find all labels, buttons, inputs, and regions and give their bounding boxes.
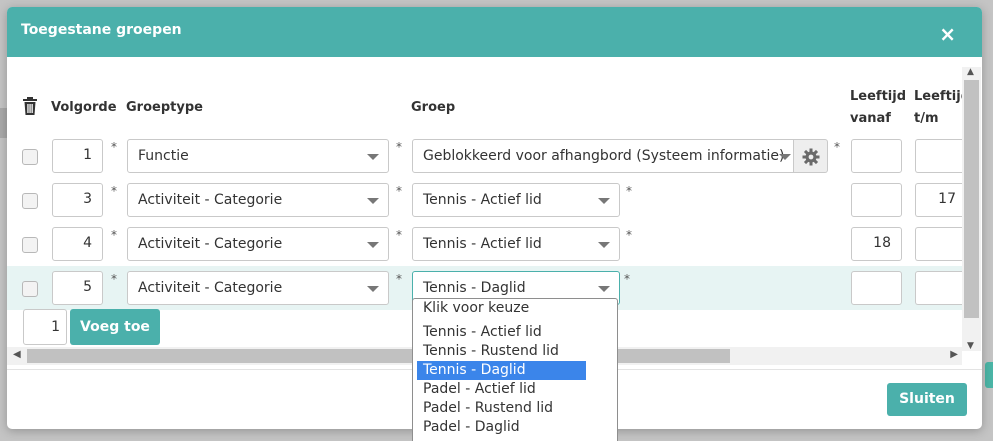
close-button[interactable]: Sluiten — [887, 383, 967, 416]
row-checkbox[interactable] — [22, 149, 38, 165]
groeptype-select[interactable]: Activiteit - Categorie — [127, 271, 389, 305]
trash-icon[interactable] — [22, 97, 38, 115]
row-checkbox[interactable] — [22, 281, 38, 297]
groep-value: Tennis - Actief lid — [423, 192, 542, 208]
groep-value: Tennis - Actief lid — [423, 236, 542, 252]
modal-header: Toegestane groepen × — [7, 7, 982, 57]
required-mark: * — [396, 228, 402, 242]
column-header-leeftijd-vanaf: Leeftijd vanaf — [850, 86, 906, 130]
dropdown-option[interactable]: Tennis - Rustend lid — [417, 342, 586, 361]
chevron-down-icon — [367, 154, 379, 160]
required-mark: * — [626, 184, 632, 198]
column-header-groep: Groep — [411, 100, 456, 115]
required-mark: * — [396, 272, 402, 286]
required-mark: * — [396, 140, 402, 154]
groep-select[interactable]: Geblokkeerd voor afhangbord (Systeem inf… — [412, 139, 794, 173]
leeftijd-tm-input[interactable] — [915, 271, 962, 305]
dropdown-option-selected[interactable]: Tennis - Daglid — [417, 361, 586, 380]
groep-dropdown-list: Klik voor keuze Tennis - Actief lid Tenn… — [412, 298, 618, 441]
add-quantity-input[interactable]: 1 — [23, 309, 67, 345]
required-mark: * — [111, 272, 117, 286]
chevron-down-icon — [598, 198, 610, 204]
table-row: 4 * Activiteit - Categorie * Tennis - Ac… — [7, 222, 962, 266]
row-checkbox[interactable] — [22, 237, 38, 253]
groep-select[interactable]: Tennis - Actief lid — [412, 183, 620, 217]
required-mark: * — [111, 228, 117, 242]
required-mark: * — [626, 228, 632, 242]
required-mark: * — [834, 140, 840, 154]
groeptype-value: Activiteit - Categorie — [138, 236, 283, 252]
scrollbar-thumb[interactable] — [964, 80, 979, 318]
volgorde-input[interactable]: 3 — [52, 183, 103, 217]
groeptype-value: Activiteit - Categorie — [138, 192, 283, 208]
table-row: 3 * Activiteit - Categorie * Tennis - Ac… — [7, 178, 962, 222]
table-row: 1 * Functie * Geblokkeerd voor afhangbor… — [7, 134, 962, 178]
header-line: t/m — [914, 111, 939, 126]
scroll-down-icon[interactable]: ▼ — [967, 341, 974, 351]
leeftijd-vanaf-input[interactable] — [851, 271, 902, 305]
dropdown-option[interactable]: Padel - Rustend lid — [417, 399, 586, 418]
required-mark: * — [396, 184, 402, 198]
leeftijd-tm-input[interactable] — [915, 139, 962, 173]
scroll-up-icon[interactable]: ▲ — [967, 67, 974, 77]
add-button[interactable]: Voeg toe — [70, 309, 160, 345]
modal-title: Toegestane groepen — [21, 22, 182, 38]
backdrop-button — [985, 362, 993, 388]
groep-value: Geblokkeerd voor afhangbord (Systeem inf… — [423, 148, 785, 164]
dropdown-option[interactable]: Padel - Daglid — [417, 418, 586, 437]
chevron-down-icon — [779, 154, 791, 160]
volgorde-input[interactable]: 5 — [52, 271, 103, 305]
groeptype-value: Functie — [138, 148, 189, 164]
volgorde-input[interactable]: 4 — [52, 227, 103, 261]
scroll-right-icon[interactable]: ▶ — [950, 349, 958, 360]
gear-icon — [802, 148, 820, 166]
chevron-down-icon — [598, 286, 610, 292]
volgorde-input[interactable]: 1 — [52, 139, 103, 173]
scrollbar-thumb[interactable] — [27, 349, 730, 363]
groeptype-select[interactable]: Activiteit - Categorie — [127, 227, 389, 261]
chevron-down-icon — [367, 198, 379, 204]
column-header-volgorde: Volgorde — [51, 100, 117, 115]
header-line: Leeftijd — [850, 89, 907, 104]
groeptype-select[interactable]: Functie — [127, 139, 389, 173]
groep-select[interactable]: Tennis - Actief lid — [412, 227, 620, 261]
header-line: Leeftijd — [914, 89, 962, 104]
groeptype-value: Activiteit - Categorie — [138, 280, 283, 296]
groep-value: Tennis - Daglid — [423, 280, 526, 296]
close-icon[interactable]: × — [939, 24, 956, 44]
column-header-leeftijd-tm: Leeftijd t/m — [914, 86, 962, 130]
leeftijd-vanaf-input[interactable] — [851, 139, 902, 173]
vertical-scrollbar[interactable]: ▲ ▼ — [962, 67, 981, 351]
leeftijd-tm-input[interactable]: 17 — [915, 183, 962, 217]
header-line: vanaf — [850, 111, 891, 126]
dropdown-option[interactable]: Klik voor keuze — [417, 299, 586, 318]
leeftijd-vanaf-input[interactable] — [851, 183, 902, 217]
chevron-down-icon — [367, 286, 379, 292]
chevron-down-icon — [367, 242, 379, 248]
chevron-down-icon — [598, 242, 610, 248]
required-mark: * — [111, 140, 117, 154]
backdrop-panel — [0, 108, 7, 138]
row-checkbox[interactable] — [22, 193, 38, 209]
required-mark: * — [624, 272, 630, 286]
scroll-left-icon[interactable]: ◀ — [13, 349, 21, 360]
groeptype-select[interactable]: Activiteit - Categorie — [127, 183, 389, 217]
dropdown-option[interactable]: Padel - Actief lid — [417, 380, 586, 399]
leeftijd-tm-input[interactable] — [915, 227, 962, 261]
dropdown-option[interactable]: Tennis - Actief lid — [417, 323, 586, 342]
column-header-groeptype: Groeptype — [126, 100, 203, 115]
leeftijd-vanaf-input[interactable]: 18 — [851, 227, 902, 261]
required-mark: * — [111, 184, 117, 198]
settings-button[interactable] — [794, 139, 828, 173]
